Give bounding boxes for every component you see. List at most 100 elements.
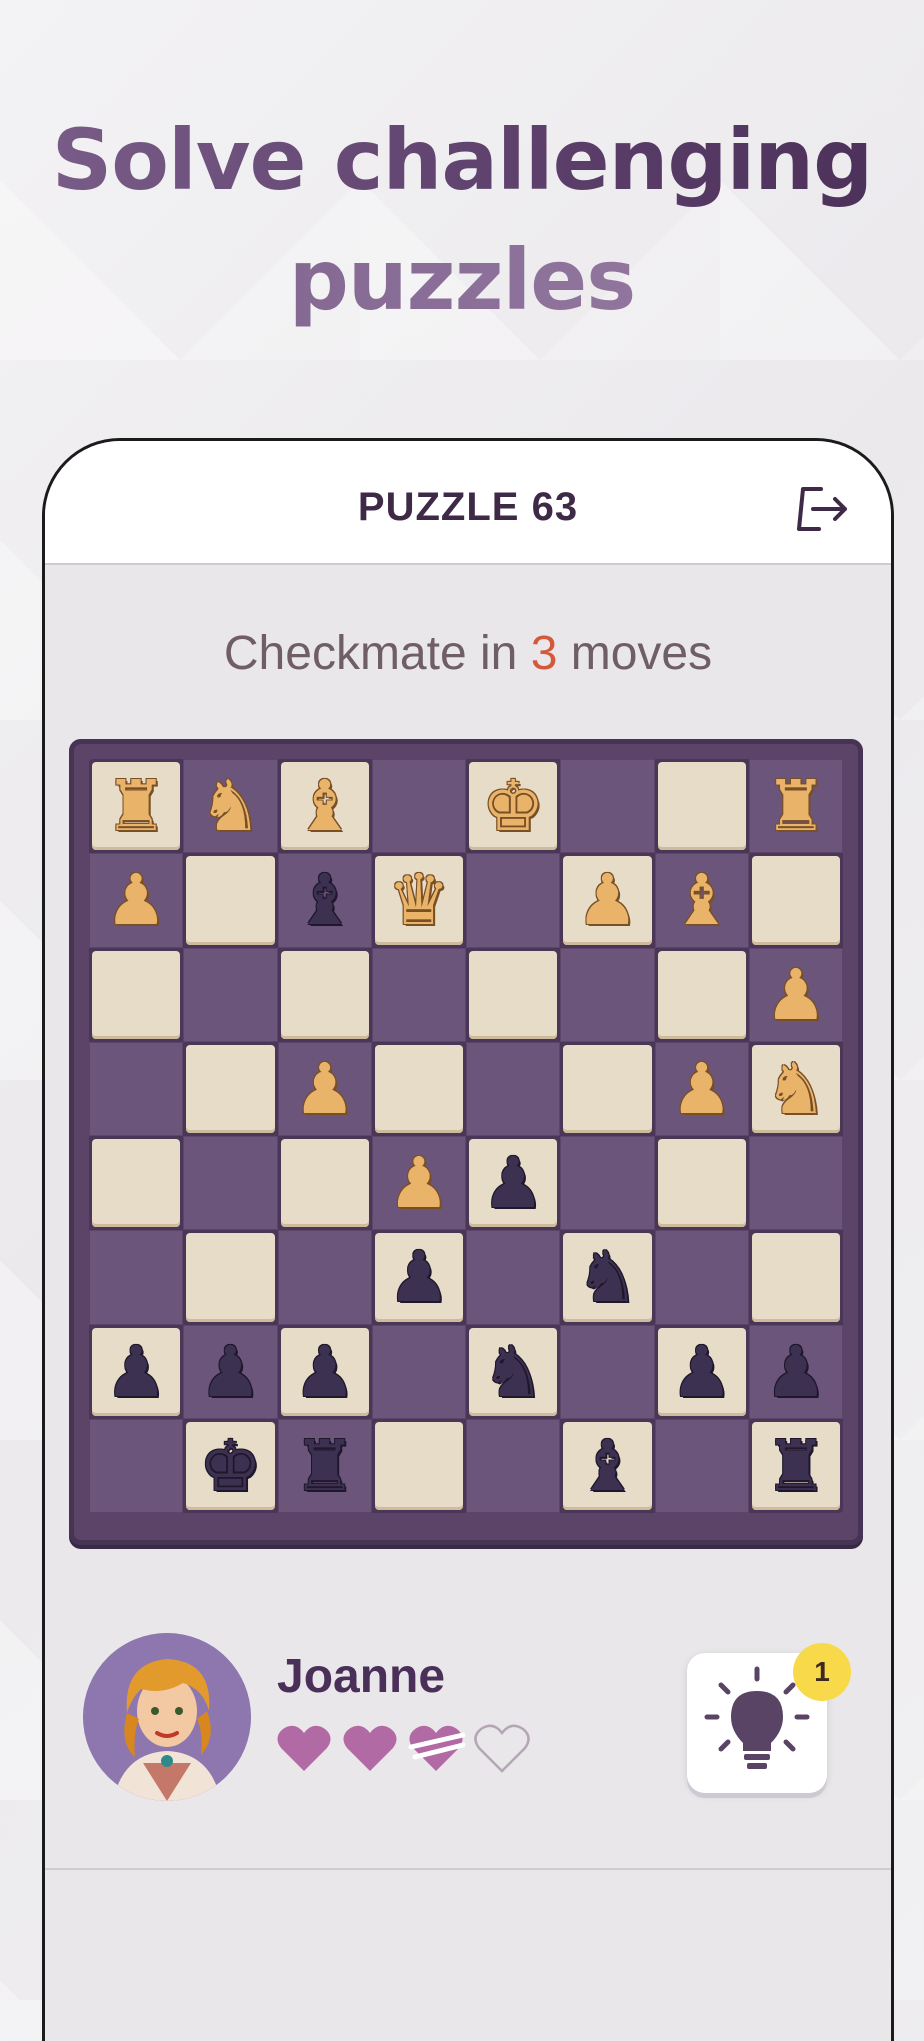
board-square-b2[interactable]: ♟ [183, 1324, 278, 1419]
white-bishop-icon[interactable]: ♝ [655, 853, 749, 947]
white-pawn-icon[interactable]: ♟ [372, 1136, 466, 1230]
board-square-d8[interactable] [371, 759, 466, 854]
white-queen-icon[interactable]: ♛ [375, 856, 463, 944]
board-square-f4[interactable] [560, 1136, 655, 1231]
board-square-e8[interactable]: ♚ [469, 762, 558, 851]
avatar-portrait [83, 1633, 251, 1801]
board-square-f1[interactable]: ♝ [563, 1421, 652, 1510]
board-square-d6[interactable] [371, 947, 466, 1042]
board-square-b6[interactable] [183, 947, 278, 1042]
black-bishop-icon[interactable]: ♝ [278, 853, 372, 947]
board-square-f5[interactable] [563, 1044, 652, 1133]
black-pawn-icon[interactable]: ♟ [749, 1325, 843, 1419]
board-square-b4[interactable] [183, 1136, 278, 1231]
white-rook-icon[interactable]: ♜ [92, 762, 180, 850]
board-square-h5[interactable]: ♞ [751, 1044, 840, 1133]
board-square-e2[interactable]: ♞ [469, 1327, 558, 1416]
board-square-f7[interactable]: ♟ [563, 856, 652, 945]
board-square-b5[interactable] [186, 1044, 275, 1133]
board-square-e7[interactable] [466, 853, 561, 948]
board-square-g4[interactable] [657, 1139, 746, 1228]
board-square-c1[interactable]: ♜ [277, 1418, 372, 1513]
board-square-g3[interactable] [654, 1230, 749, 1325]
white-pawn-icon[interactable]: ♟ [749, 948, 843, 1042]
black-king-icon[interactable]: ♚ [186, 1422, 274, 1510]
board-square-g5[interactable]: ♟ [654, 1041, 749, 1136]
hint-count-badge: 1 [793, 1643, 851, 1701]
black-knight-icon[interactable]: ♞ [563, 1233, 651, 1321]
board-square-f3[interactable]: ♞ [563, 1233, 652, 1322]
black-rook-icon[interactable]: ♜ [752, 1422, 840, 1510]
board-square-e1[interactable] [466, 1418, 561, 1513]
board-square-e4[interactable]: ♟ [469, 1139, 558, 1228]
board-square-c2[interactable]: ♟ [280, 1327, 369, 1416]
black-pawn-icon[interactable]: ♟ [183, 1325, 277, 1419]
exit-button[interactable] [795, 483, 851, 535]
board-square-f2[interactable] [560, 1324, 655, 1419]
black-pawn-icon[interactable]: ♟ [281, 1328, 369, 1416]
board-square-a1[interactable] [89, 1418, 184, 1513]
board-square-g2[interactable]: ♟ [657, 1327, 746, 1416]
board-square-f8[interactable] [560, 759, 655, 854]
board-square-b1[interactable]: ♚ [186, 1421, 275, 1510]
black-pawn-icon[interactable]: ♟ [92, 1328, 180, 1416]
headline-line-1: Solve challenging [0, 100, 924, 220]
board-square-c6[interactable] [280, 950, 369, 1039]
black-pawn-icon[interactable]: ♟ [375, 1233, 463, 1321]
board-square-e6[interactable] [469, 950, 558, 1039]
board-square-a4[interactable] [92, 1139, 181, 1228]
board-square-g7[interactable]: ♝ [654, 853, 749, 948]
chessboard[interactable]: ♜ ♞ ♝ ♚ ♜ ♟ ♝ ♛ ♟ ♝ ♟ ♟ ♟ ♞ ♟ ♟ ♟ ♞ ♟ ♟ ♟ ♞ ♟ ♟ ♚ ♜ ♝ ♜ [89, 759, 843, 1513]
board-square-h2[interactable]: ♟ [748, 1324, 843, 1419]
white-pawn-icon[interactable]: ♟ [89, 853, 183, 947]
board-square-a6[interactable] [92, 950, 181, 1039]
board-square-a3[interactable] [89, 1230, 184, 1325]
board-square-c8[interactable]: ♝ [280, 762, 369, 851]
board-square-d4[interactable]: ♟ [371, 1136, 466, 1231]
board-square-h4[interactable] [748, 1136, 843, 1231]
board-square-f6[interactable] [560, 947, 655, 1042]
board-square-c3[interactable] [277, 1230, 372, 1325]
white-pawn-icon[interactable]: ♟ [278, 1042, 372, 1136]
board-square-c4[interactable] [280, 1139, 369, 1228]
board-square-c7[interactable]: ♝ [277, 853, 372, 948]
white-bishop-icon[interactable]: ♝ [281, 762, 369, 850]
board-square-b7[interactable] [186, 856, 275, 945]
board-square-d7[interactable]: ♛ [374, 856, 463, 945]
board-square-d3[interactable]: ♟ [374, 1233, 463, 1322]
board-square-a8[interactable]: ♜ [92, 762, 181, 851]
white-pawn-icon[interactable]: ♟ [563, 856, 651, 944]
board-square-h1[interactable]: ♜ [751, 1421, 840, 1510]
board-square-b8[interactable]: ♞ [183, 759, 278, 854]
board-square-a5[interactable] [89, 1041, 184, 1136]
board-square-g6[interactable] [657, 950, 746, 1039]
board-square-d1[interactable] [374, 1421, 463, 1510]
board-square-h6[interactable]: ♟ [748, 947, 843, 1042]
objective-move-count: 3 [530, 627, 558, 680]
heart-empty-icon [474, 1724, 530, 1773]
board-square-d2[interactable] [371, 1324, 466, 1419]
black-bishop-icon[interactable]: ♝ [563, 1422, 651, 1510]
board-square-e3[interactable] [466, 1230, 561, 1325]
black-pawn-icon[interactable]: ♟ [469, 1139, 557, 1227]
black-rook-icon[interactable]: ♜ [278, 1419, 372, 1513]
white-rook-icon[interactable]: ♜ [749, 759, 843, 853]
white-king-icon[interactable]: ♚ [469, 762, 557, 850]
board-square-g1[interactable] [654, 1418, 749, 1513]
white-knight-icon[interactable]: ♞ [183, 759, 277, 853]
lives-hearts [275, 1721, 531, 1781]
board-square-c5[interactable]: ♟ [277, 1041, 372, 1136]
black-pawn-icon[interactable]: ♟ [658, 1328, 746, 1416]
board-square-h7[interactable] [751, 856, 840, 945]
board-square-b3[interactable] [186, 1233, 275, 1322]
board-square-h8[interactable]: ♜ [748, 759, 843, 854]
board-square-a2[interactable]: ♟ [92, 1327, 181, 1416]
board-square-a7[interactable]: ♟ [89, 853, 184, 948]
board-square-d5[interactable] [374, 1044, 463, 1133]
white-pawn-icon[interactable]: ♟ [655, 1042, 749, 1136]
board-square-e5[interactable] [466, 1041, 561, 1136]
board-square-h3[interactable] [751, 1233, 840, 1322]
black-knight-icon[interactable]: ♞ [469, 1328, 557, 1416]
white-knight-icon[interactable]: ♞ [752, 1045, 840, 1133]
board-square-g8[interactable] [657, 762, 746, 851]
